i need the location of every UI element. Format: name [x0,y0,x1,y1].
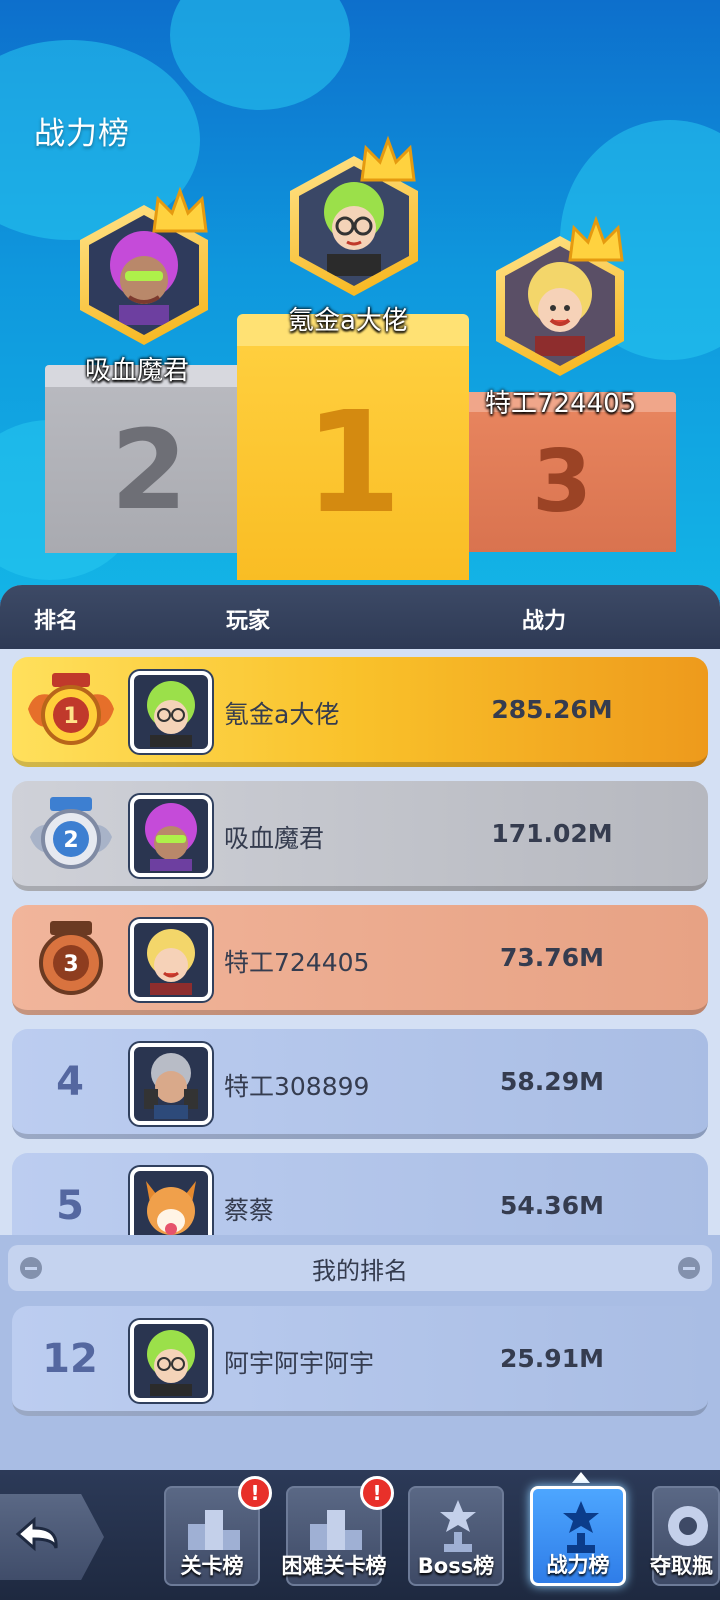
tab-label: 夺取瓶 [650,1554,713,1578]
podium-icon [310,1510,362,1550]
podium-section: 战力榜 2 3 1 吸血魔君 氪金a大佬 特工724405 [0,0,720,600]
podium-block-2: 2 [45,365,253,553]
character-portrait-icon [144,1053,198,1119]
medal-rank: 3 [63,952,78,977]
table-row[interactable]: 1 氪金a大佬 285.26M [12,657,708,767]
tab-stage-rank[interactable]: ! 关卡榜 [164,1476,272,1586]
power-value: 73.76M [500,943,604,972]
header-power: 战力 [522,609,567,634]
tab-label: 战力榜 [546,1553,610,1577]
podium-name-3: 特工724405 [485,389,637,419]
medal-rank: 2 [63,828,78,853]
character-portrait-icon [110,231,178,325]
character-portrait-icon [528,262,592,356]
player-name: 阿宇阿宇阿宇 [224,1349,375,1378]
power-value: 58.29M [500,1067,604,1096]
podium-name-2: 吸血魔君 [85,356,190,386]
medal-rank: 1 [63,704,78,729]
crown-icon [360,135,416,182]
character-portrait-icon [324,182,384,276]
alert-badge: ! [360,1476,394,1510]
table-row[interactable]: 3 特工724405 73.76M [12,905,708,1015]
player-name: 特工724405 [224,948,370,977]
my-rank-row[interactable]: 12 阿宇阿宇阿宇 25.91M [12,1306,708,1416]
tab-power-rank[interactable]: 战力榜 [530,1486,626,1586]
gold-medal-icon: 1 [28,673,114,745]
character-portrait-icon [146,1181,196,1235]
character-portrait-icon [145,803,197,871]
header-rank: 排名 [34,609,79,634]
player-avatar[interactable] [130,919,212,1001]
table-row[interactable]: 2 吸血魔君 171.02M [12,781,708,891]
minus-icon [678,1257,700,1279]
bg-splash [170,0,350,110]
crown-icon [152,186,208,233]
player-name: 蔡蔡 [224,1196,275,1225]
power-value: 171.02M [491,819,613,848]
tab-hard-stage-rank[interactable]: ! 困难关卡榜 [282,1476,394,1586]
character-portrait-icon [147,1330,195,1396]
rank-number: 12 [42,1336,98,1382]
player-avatar[interactable] [130,795,212,877]
podium-rank-3: 3 [532,432,592,532]
character-portrait-icon [147,681,195,747]
tab-label: 关卡榜 [180,1554,244,1578]
tab-boss-rank[interactable]: Boss榜 [408,1486,504,1586]
bottom-nav: ! 关卡榜 ! 困难关卡榜 Boss榜 战力榜 夺取瓶 [0,1470,720,1600]
silver-medal-icon: 2 [30,797,112,869]
player-name: 吸血魔君 [224,824,325,853]
page-title: 战力榜 [34,116,130,152]
header-player: 玩家 [226,609,271,634]
table-header: 排名 玩家 战力 [0,585,720,649]
player-name: 特工308899 [224,1072,370,1101]
table-row[interactable]: 4 特工308899 58.29M [12,1029,708,1139]
tab-capture-bottle[interactable]: 夺取瓶 [650,1486,720,1586]
character-portrait-icon [147,929,195,995]
rank-number: 4 [56,1059,84,1105]
player-avatar[interactable] [130,1320,212,1402]
alert-badge: ! [238,1476,272,1510]
power-value: 285.26M [491,695,613,724]
leaderboard-list[interactable]: 1 氪金a大佬 285.26M 2 吸血魔君 171.02M 3 特工72440… [0,649,720,1235]
power-value: 25.91M [500,1344,604,1373]
podium-name-1: 氪金a大佬 [288,306,408,336]
podium-rank-1: 1 [304,381,402,545]
crown-icon [568,215,624,262]
leaderboard-panel: 排名 玩家 战力 1 氪金a大佬 285.26M 2 吸血魔君 171.02M … [0,585,720,1470]
trophy-star-icon [440,1500,476,1552]
player-avatar[interactable] [130,1167,212,1235]
tab-label: 困难关卡榜 [281,1554,387,1578]
back-button[interactable] [0,1494,104,1580]
my-rank-label: 我的排名 [312,1256,408,1285]
back-arrow-icon [15,1516,58,1552]
podium-icon [188,1510,240,1550]
player-name: 氪金a大佬 [224,700,340,729]
podium-block-1: 1 [237,314,469,580]
rank-number: 5 [56,1183,84,1229]
my-rank-divider: 我的排名 [8,1245,712,1291]
player-avatar[interactable] [130,671,212,753]
minus-icon [20,1257,42,1279]
player-avatar[interactable] [130,1043,212,1125]
active-tab-indicator [572,1472,590,1483]
power-value: 54.36M [500,1191,604,1220]
bronze-medal-icon: 3 [39,921,103,995]
podium-rank-2: 2 [110,406,188,534]
table-row[interactable]: 5 蔡蔡 54.36M [12,1153,708,1235]
tab-label: Boss榜 [417,1554,495,1578]
gear-icon [668,1506,708,1546]
